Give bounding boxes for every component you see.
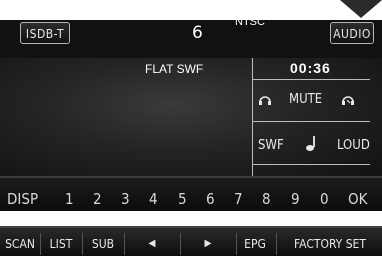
- button-divider: [40, 233, 41, 255]
- digit-2-button[interactable]: 2: [93, 190, 102, 208]
- scan-button[interactable]: SCAN: [2, 231, 38, 257]
- mute-button[interactable]: MUTE: [289, 92, 322, 107]
- loud-button[interactable]: LOUD: [337, 138, 370, 153]
- digit-1-button[interactable]: 1: [65, 190, 74, 208]
- swf-button[interactable]: SWF: [258, 138, 284, 153]
- epg-button[interactable]: EPG: [240, 231, 270, 257]
- elapsed-time: 00:36: [290, 60, 331, 76]
- video-format-label: NTSC: [235, 16, 265, 28]
- button-divider: [180, 233, 181, 255]
- button-divider: [124, 233, 125, 255]
- isdb-t-button[interactable]: ISDB-T: [20, 22, 70, 44]
- factory-set-button[interactable]: FACTORY SET: [280, 231, 380, 257]
- divider-line: [252, 164, 370, 165]
- channel-number: 6: [192, 23, 203, 43]
- ok-button[interactable]: OK: [348, 190, 367, 208]
- button-divider: [276, 233, 277, 255]
- digit-9-button[interactable]: 9: [291, 190, 300, 208]
- digit-6-button[interactable]: 6: [206, 190, 215, 208]
- disp-button[interactable]: DISP: [7, 190, 38, 208]
- track-title: FLAT SWF: [145, 62, 204, 76]
- digit-0-button[interactable]: 0: [320, 190, 329, 208]
- digit-4-button[interactable]: 4: [149, 190, 158, 208]
- sub-button[interactable]: SUB: [86, 231, 120, 257]
- button-divider: [236, 233, 237, 255]
- digit-8-button[interactable]: 8: [262, 190, 271, 208]
- music-note-icon[interactable]: [303, 135, 319, 153]
- button-divider: [82, 233, 83, 255]
- headphone-right-icon[interactable]: [341, 92, 355, 106]
- divider-line: [252, 121, 370, 122]
- list-button[interactable]: LIST: [44, 231, 78, 257]
- arrow-down-icon: [340, 0, 382, 18]
- digit-5-button[interactable]: 5: [178, 190, 187, 208]
- headphone-left-icon[interactable]: [258, 92, 272, 106]
- next-button[interactable]: ▶: [184, 231, 232, 257]
- audio-button[interactable]: AUDIO: [330, 22, 374, 44]
- prev-button[interactable]: ◀: [128, 231, 176, 257]
- digit-3-button[interactable]: 3: [121, 190, 130, 208]
- divider-line: [252, 79, 370, 80]
- digit-7-button[interactable]: 7: [234, 190, 243, 208]
